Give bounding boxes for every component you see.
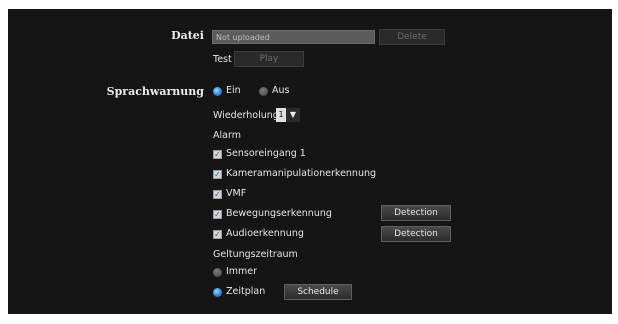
schedule-button[interactable]: Schedule xyxy=(284,284,352,300)
settings-panel: Datei Not uploaded Delete Test Play Spra… xyxy=(8,9,612,314)
aus-radio[interactable] xyxy=(259,87,268,96)
bewegung-detection-button[interactable]: Detection xyxy=(381,205,451,221)
checkbox-bewegung[interactable]: ✓ xyxy=(213,210,222,219)
immer-label: Immer xyxy=(226,266,258,277)
geltungszeitraum-heading: Geltungszeitraum xyxy=(213,249,298,260)
play-button[interactable]: Play xyxy=(234,51,304,67)
zeitplan-label: Zeitplan xyxy=(226,286,266,297)
checkbox-kameramanipulation[interactable]: ✓ xyxy=(213,170,222,179)
chevron-down-icon[interactable]: ▼ xyxy=(286,108,300,122)
datei-heading: Datei xyxy=(171,29,204,42)
file-name-field: Not uploaded xyxy=(212,30,375,44)
ein-radio[interactable] xyxy=(213,87,222,96)
ein-label: Ein xyxy=(226,85,241,96)
alarm-heading: Alarm xyxy=(213,130,241,141)
alarm-item-label: VMF xyxy=(226,188,247,199)
wiederholung-select[interactable]: 1 ▼ xyxy=(276,108,300,122)
test-label: Test xyxy=(213,54,232,65)
wiederholung-label: Wiederholung xyxy=(213,110,279,121)
sprachwarnung-heading: Sprachwarnung xyxy=(106,85,204,98)
checkbox-vmf[interactable]: ✓ xyxy=(213,190,222,199)
alarm-item-label: Kameramanipulationerkennung xyxy=(226,168,377,179)
immer-radio[interactable] xyxy=(213,268,222,277)
zeitplan-radio[interactable] xyxy=(213,288,222,297)
alarm-item-label: Sensoreingang 1 xyxy=(226,148,306,159)
wiederholung-value: 1 xyxy=(276,108,286,122)
delete-button[interactable]: Delete xyxy=(379,29,445,45)
checkbox-sensoreingang[interactable]: ✓ xyxy=(213,150,222,159)
checkbox-audio[interactable]: ✓ xyxy=(213,230,222,239)
alarm-item-label: Bewegungserkennung xyxy=(226,208,332,219)
alarm-item-label: Audioerkennung xyxy=(226,228,304,239)
aus-label: Aus xyxy=(272,85,290,96)
audio-detection-button[interactable]: Detection xyxy=(381,226,451,242)
